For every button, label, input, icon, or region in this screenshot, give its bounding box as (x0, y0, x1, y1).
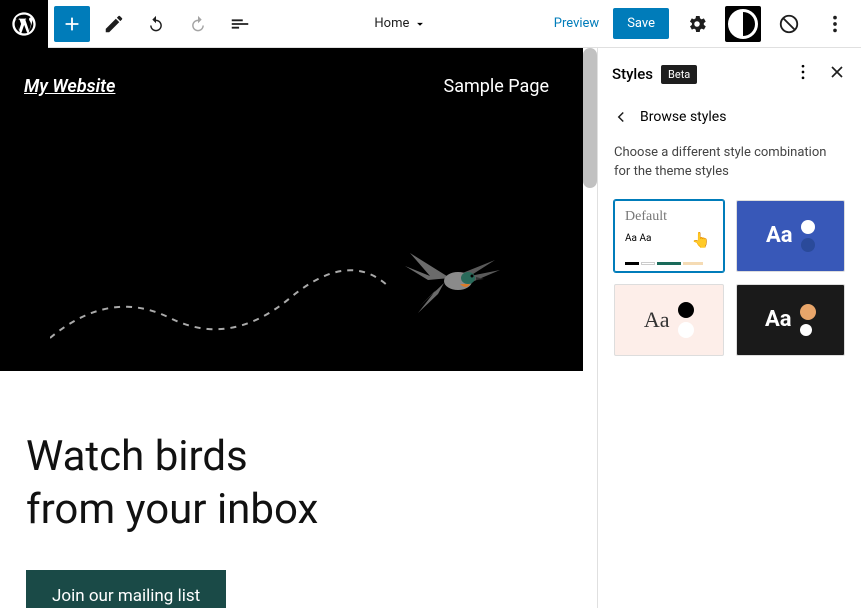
browse-styles-row[interactable]: Browse styles (598, 100, 861, 140)
kebab-icon (793, 62, 813, 82)
styles-toggle-button[interactable] (725, 6, 761, 42)
document-name-label: Home (374, 16, 409, 31)
redo-icon (187, 13, 209, 35)
workspace: My Website Sample Page (0, 48, 861, 608)
swatch-sample-text: Aa Aa (625, 233, 651, 244)
close-icon (827, 62, 847, 82)
undo-icon (145, 13, 167, 35)
swatch-sample-text: Aa (766, 223, 793, 248)
wordpress-logo-button[interactable] (0, 0, 48, 48)
swatch-color-chips (625, 262, 703, 265)
swatch-sample-text: Aa (644, 307, 670, 333)
canvas-area: My Website Sample Page (0, 48, 597, 608)
add-block-button[interactable] (54, 6, 90, 42)
panel-close-button[interactable] (827, 62, 847, 86)
list-view-button[interactable] (222, 6, 258, 42)
editor-top-toolbar: Home Preview Save (0, 0, 861, 48)
beta-badge: Beta (661, 65, 697, 84)
panel-header: Styles Beta (598, 48, 861, 100)
panel-description: Choose a different style combination for… (598, 140, 861, 200)
chevron-left-icon (612, 108, 630, 126)
save-button[interactable]: Save (613, 8, 669, 39)
chevron-down-icon (413, 17, 427, 31)
pencil-icon (103, 13, 125, 35)
canvas-scrollbar[interactable] (583, 48, 597, 188)
more-menu-button[interactable] (817, 6, 853, 42)
list-view-icon (229, 13, 251, 35)
kebab-icon (824, 13, 846, 35)
preview-button[interactable]: Preview (544, 10, 609, 37)
style-swatch-blue[interactable]: Aa (736, 200, 846, 272)
panel-title: Styles (612, 65, 653, 83)
hero-light-section: Watch birds from your inbox Join our mai… (0, 371, 583, 608)
no-icon (778, 13, 800, 35)
hero-dark-section: My Website Sample Page (0, 48, 583, 371)
page-canvas[interactable]: My Website Sample Page (0, 48, 583, 608)
contrast-icon (725, 6, 761, 42)
wordpress-icon (10, 10, 38, 38)
redo-button[interactable] (180, 6, 216, 42)
swatch-sample-text: Aa (765, 307, 792, 332)
document-selector[interactable]: Home (374, 16, 427, 31)
bird-illustration (50, 238, 530, 368)
style-swatch-pink[interactable]: Aa (614, 284, 724, 356)
style-swatch-grid: Default Aa Aa 👆 Aa Aa Aa (598, 200, 861, 356)
no-symbol-button[interactable] (771, 6, 807, 42)
swatch-label: Default (625, 209, 667, 225)
cta-button[interactable]: Join our mailing list (26, 570, 226, 608)
styles-panel: Styles Beta Browse styles Choose a diffe… (597, 48, 861, 608)
swatch-color-dots (801, 220, 815, 252)
plus-icon (61, 13, 83, 35)
gear-icon (686, 13, 708, 35)
undo-button[interactable] (138, 6, 174, 42)
swatch-color-dots (800, 304, 816, 336)
edit-mode-button[interactable] (96, 6, 132, 42)
browse-styles-label: Browse styles (640, 109, 726, 125)
nav-link-sample[interactable]: Sample Page (444, 76, 549, 97)
headline-text[interactable]: Watch birds from your inbox (26, 431, 557, 536)
settings-button[interactable] (679, 6, 715, 42)
style-swatch-black[interactable]: Aa (736, 284, 846, 356)
panel-more-button[interactable] (793, 62, 813, 86)
style-swatch-default[interactable]: Default Aa Aa 👆 (614, 200, 724, 272)
swatch-color-dots (678, 302, 694, 338)
cursor-indicator: 👆 (692, 231, 711, 249)
